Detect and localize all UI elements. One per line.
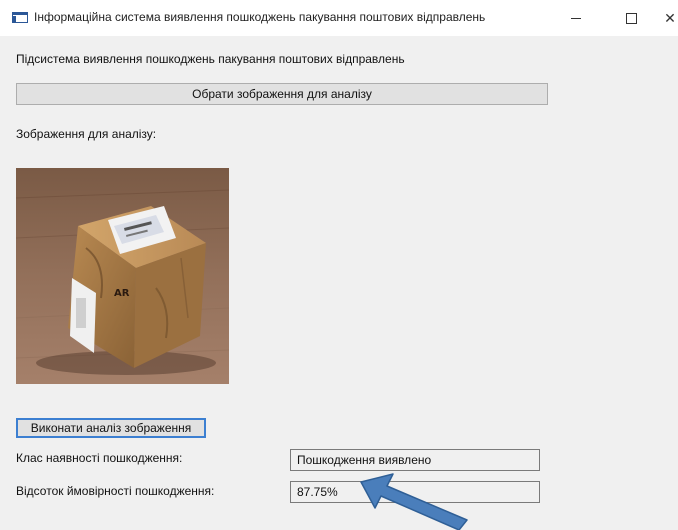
damage-class-label: Клас наявності пошкодження: bbox=[16, 451, 183, 465]
damage-class-field[interactable]: Пошкодження виявлено bbox=[290, 449, 540, 471]
minimize-icon bbox=[571, 17, 581, 19]
close-icon: ✕ bbox=[664, 9, 676, 26]
select-image-button[interactable]: Обрати зображення для аналізу bbox=[16, 83, 548, 105]
close-button[interactable]: ✕ bbox=[656, 8, 678, 28]
app-icon bbox=[12, 12, 28, 24]
analysis-image: AR bbox=[16, 168, 229, 384]
subsystem-label: Підсистема виявлення пошкоджень пакуванн… bbox=[16, 52, 405, 66]
title-bar[interactable]: Інформаційна система виявлення пошкоджен… bbox=[0, 0, 678, 36]
window-title: Інформаційна система виявлення пошкоджен… bbox=[34, 10, 486, 24]
analyze-button[interactable]: Виконати аналіз зображення bbox=[16, 418, 206, 438]
svg-text:AR: AR bbox=[114, 288, 130, 299]
pointer-arrow-icon bbox=[360, 473, 468, 530]
minimize-button[interactable] bbox=[562, 8, 590, 28]
image-label: Зображення для аналізу: bbox=[16, 127, 157, 141]
app-window: Інформаційна система виявлення пошкоджен… bbox=[0, 0, 678, 530]
maximize-button[interactable] bbox=[617, 8, 645, 28]
probability-label: Відсоток ймовірності пошкодження: bbox=[16, 484, 215, 498]
maximize-icon bbox=[625, 12, 637, 24]
